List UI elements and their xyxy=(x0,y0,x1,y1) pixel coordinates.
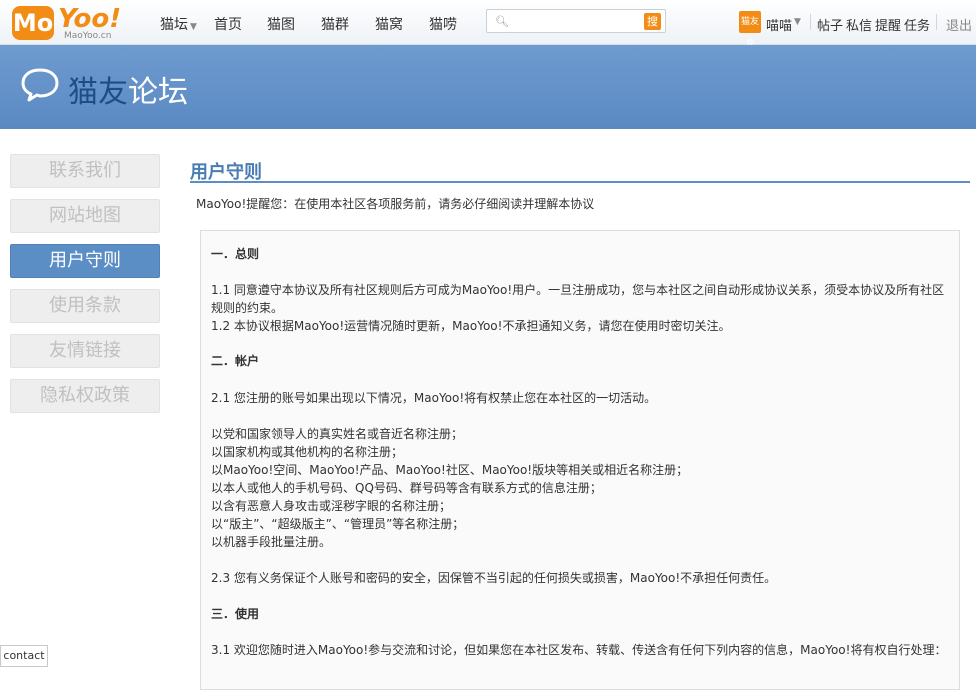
terms-line: 以“版主”、“超级版主”、“管理员”等名称注册； xyxy=(211,517,465,531)
avatar[interactable]: 猫友会 xyxy=(739,11,761,49)
chat-bubble-icon xyxy=(21,68,59,102)
sidebar-item-friend-links[interactable]: 友情链接 xyxy=(10,334,160,368)
logout-link[interactable]: 退出 xyxy=(946,15,972,34)
nav-cat-nest[interactable]: 猫窝 xyxy=(375,14,403,34)
logo-subtitle: MaoYoo.cn xyxy=(64,31,112,41)
terms-line: 以含有恶意人身攻击或淫秽字眼的名称注册； xyxy=(211,499,452,513)
sidebar-item-sitemap[interactable]: 网站地图 xyxy=(10,199,160,233)
sidebar-item-contact-us[interactable]: 联系我们 xyxy=(10,154,160,188)
sidebar-item-user-rules[interactable]: 用户守则 xyxy=(10,244,160,278)
top-navbar: Mo Yoo! MaoYoo.cn 猫坛 ▼ 首页 猫图 猫群 猫窝 猫唠 🔍︎ … xyxy=(0,0,976,49)
nav-reminders[interactable]: 提醒 xyxy=(875,15,901,34)
section-heading: 三．使用 xyxy=(211,607,260,621)
terms-line: 2.3 您有义务保证个人账号和密码的安全，因保管不当引起的任何损失或损害，Mao… xyxy=(211,571,777,585)
contact-button[interactable]: contact xyxy=(0,645,48,667)
forum-banner: 猫友论坛 xyxy=(0,45,976,129)
search-icon: 🔍︎ xyxy=(495,15,509,28)
logo-text: Yoo! xyxy=(58,4,122,34)
chevron-down-icon[interactable]: ▼ xyxy=(794,17,801,27)
nav-home[interactable]: 首页 xyxy=(214,14,242,34)
terms-line: 以MaoYoo!空间、MaoYoo!产品、MaoYoo!社区、MaoYoo!版块… xyxy=(211,463,689,477)
chevron-down-icon: ▼ xyxy=(190,22,197,32)
divider xyxy=(810,14,811,30)
nav-posts[interactable]: 帖子 xyxy=(817,15,843,34)
nav-maotan[interactable]: 猫坛 ▼ xyxy=(160,14,197,34)
title-divider xyxy=(190,181,970,183)
terms-line: 2.1 您注册的账号如果出现以下情况，MaoYoo!将有权禁止您在本社区的一切活… xyxy=(211,391,657,405)
search-input[interactable] xyxy=(509,13,629,29)
terms-line: 3.1 欢迎您随时进入MaoYoo!参与交流和讨论，但如果您在本社区发布、转载、… xyxy=(211,643,947,657)
terms-line: 1.1 同意遵守本协议及所有社区规则后方可成为MaoYoo!用户。一旦注册成功，… xyxy=(211,283,945,297)
terms-line: 以本人或他人的手机号码、QQ号码、群号码等含有联系方式的信息注册； xyxy=(211,481,602,495)
terms-line: 以机器手段批量注册。 xyxy=(211,535,332,549)
nav-tasks[interactable]: 任务 xyxy=(904,15,930,34)
intro-text: MaoYoo!提醒您：在使用本社区各项服务前，请务必仔细阅读并理解本协议 xyxy=(196,197,595,211)
sidebar-item-privacy-policy[interactable]: 隐私权政策 xyxy=(10,379,160,413)
section-heading: 一．总则 xyxy=(211,247,260,261)
terms-line: 以党和国家领导人的真实姓名或音近名称注册； xyxy=(211,427,464,441)
terms-line: 规则的约束。 xyxy=(211,301,284,315)
nav-cat-chat[interactable]: 猫唠 xyxy=(429,14,457,34)
nav-cat-pics[interactable]: 猫图 xyxy=(267,14,295,34)
site-logo[interactable]: Mo Yoo! MaoYoo.cn xyxy=(12,4,124,42)
banner-title: 猫友论坛 xyxy=(68,67,188,111)
terms-line: 1.2 本协议根据MaoYoo!运营情况随时更新，MaoYoo!不承担通知义务，… xyxy=(211,319,731,333)
username[interactable]: 喵喵 xyxy=(766,15,792,34)
logo-badge: Mo xyxy=(12,6,54,40)
sidebar-item-terms-of-use[interactable]: 使用条款 xyxy=(10,289,160,323)
nav-cat-groups[interactable]: 猫群 xyxy=(321,14,349,34)
terms-panel: 一．总则 1.1 同意遵守本协议及所有社区规则后方可成为MaoYoo!用户。一旦… xyxy=(200,230,960,690)
nav-messages[interactable]: 私信 xyxy=(846,15,872,34)
search-box: 🔍︎ 搜 xyxy=(486,9,666,33)
terms-line: 以国家机构或其他机构的名称注册； xyxy=(211,445,404,459)
banner-title-rest: 论坛 xyxy=(128,75,188,110)
divider xyxy=(936,14,937,30)
search-button[interactable]: 搜 xyxy=(644,13,661,30)
banner-title-highlight: 猫友 xyxy=(68,75,128,110)
section-heading: 二．帐户 xyxy=(211,354,260,368)
